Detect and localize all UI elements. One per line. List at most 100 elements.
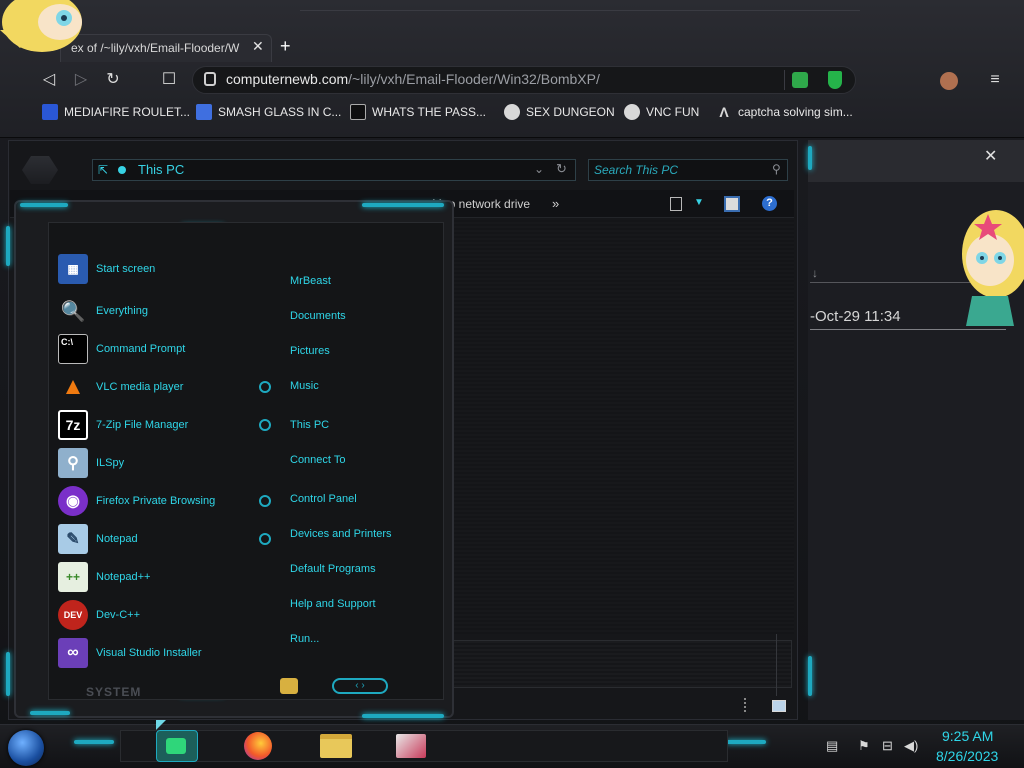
place-help-support[interactable]: Help and Support bbox=[290, 598, 376, 610]
media-icon bbox=[396, 734, 426, 758]
url-text[interactable]: computernewb.com/~lily/vxh/Email-Flooder… bbox=[226, 71, 600, 87]
desktop: ex of /~lily/vxh/Email-Flooder/W ✕ + ◁ ▷… bbox=[0, 0, 1024, 768]
date-modified-text: -Oct-29 11:34 bbox=[810, 308, 901, 325]
bookmark-item[interactable]: Λcaptcha solving sim... bbox=[716, 102, 852, 122]
notepadpp-icon: ++ bbox=[58, 562, 88, 592]
place-music[interactable]: Music bbox=[290, 380, 319, 392]
shield-icon[interactable] bbox=[828, 71, 842, 89]
program-label: Everything bbox=[96, 305, 148, 317]
browser-tab[interactable]: ex of /~lily/vxh/Email-Flooder/W bbox=[60, 34, 272, 62]
close-tab-icon[interactable]: ✕ bbox=[252, 38, 266, 56]
network-tray-icon[interactable]: ⊟ bbox=[882, 738, 893, 754]
power-icon[interactable] bbox=[280, 678, 298, 694]
bookmark-item[interactable]: MEDIAFIRE ROULET... bbox=[42, 102, 190, 122]
bookmark-item[interactable]: SMASH GLASS IN C... bbox=[196, 102, 341, 122]
program-label: ILSpy bbox=[96, 457, 125, 469]
bookmark-item[interactable]: SEX DUNGEON bbox=[504, 102, 615, 122]
extension-green-icon[interactable] bbox=[792, 72, 808, 88]
cursor-icon bbox=[156, 720, 166, 730]
avatar[interactable] bbox=[940, 72, 958, 90]
chevron-down-icon[interactable]: ⌄ bbox=[534, 162, 544, 176]
place-run[interactable]: Run... bbox=[290, 633, 319, 645]
place-mrbeast[interactable]: MrBeast bbox=[290, 275, 331, 287]
view-dropdown-icon[interactable]: ▼ bbox=[694, 197, 704, 208]
bookmark-label: VNC FUN bbox=[646, 105, 700, 119]
place-connect-to[interactable]: Connect To bbox=[290, 454, 345, 466]
bookmark-icon bbox=[196, 104, 212, 120]
terminal-icon: C:\ bbox=[58, 334, 88, 364]
program-item[interactable]: ⚲ ILSpy bbox=[58, 446, 268, 480]
magnifier-icon: 🔍 bbox=[60, 300, 86, 323]
ilspy-icon: ⚲ bbox=[58, 448, 88, 478]
character-sticker bbox=[0, 0, 82, 90]
tab-strip-divider bbox=[300, 10, 860, 28]
program-item[interactable]: ✎ Notepad bbox=[58, 522, 268, 556]
tiles-view-icon[interactable] bbox=[772, 700, 786, 712]
keyboard-tray-icon[interactable]: ▤ bbox=[826, 738, 838, 754]
program-item[interactable]: ∞ Visual Studio Installer bbox=[58, 636, 268, 670]
bookmark-page-icon[interactable]: ☐ bbox=[158, 69, 180, 91]
accent-strip bbox=[6, 226, 10, 266]
submenu-marker-icon bbox=[259, 495, 271, 507]
zip-icon: 7z bbox=[58, 410, 88, 440]
program-item[interactable]: ◉ Firefox Private Browsing bbox=[58, 484, 268, 518]
bookmark-icon bbox=[350, 104, 366, 120]
place-pictures[interactable]: Pictures bbox=[290, 345, 330, 357]
program-item[interactable]: 7z 7-Zip File Manager bbox=[58, 408, 268, 442]
address-text[interactable]: This PC bbox=[138, 162, 184, 177]
reload-button[interactable]: ↻ bbox=[102, 69, 124, 91]
refresh-icon[interactable]: ↻ bbox=[556, 161, 567, 177]
sort-arrow-icon: ↓ bbox=[812, 266, 818, 280]
bookmark-item[interactable]: WHATS THE PASS... bbox=[350, 102, 486, 122]
place-control-panel[interactable]: Control Panel bbox=[290, 493, 357, 505]
lock-icon[interactable] bbox=[204, 72, 216, 86]
mediafire-icon bbox=[42, 104, 58, 120]
program-item[interactable]: ▲ VLC media player bbox=[58, 370, 268, 404]
program-item[interactable]: ▦ Start screen bbox=[58, 252, 268, 286]
accent-strip bbox=[808, 656, 812, 696]
volume-tray-icon[interactable]: ◀) bbox=[904, 738, 918, 754]
details-view-icon[interactable] bbox=[744, 698, 756, 712]
menu-nav-arrows[interactable]: ‹ › bbox=[332, 678, 388, 694]
accent-strip bbox=[6, 652, 10, 696]
program-item[interactable]: DEV Dev-C++ bbox=[58, 598, 268, 632]
accent-strip bbox=[20, 203, 68, 207]
folder-nav-icon: ⇱ bbox=[98, 163, 109, 177]
search-icon[interactable]: ⚲ bbox=[772, 162, 781, 176]
scrollbar[interactable] bbox=[776, 634, 790, 696]
details-pane bbox=[452, 640, 792, 688]
clock-time[interactable]: 9:25 AM bbox=[942, 728, 993, 744]
bookmark-item[interactable]: VNC FUN bbox=[624, 102, 699, 122]
devcpp-icon: DEV bbox=[58, 600, 88, 630]
new-tab-button[interactable]: + bbox=[280, 36, 298, 56]
place-documents[interactable]: Documents bbox=[290, 310, 346, 322]
program-item[interactable]: ++ Notepad++ bbox=[58, 560, 268, 594]
clock-date[interactable]: 8/26/2023 bbox=[936, 748, 998, 764]
flag-tray-icon[interactable]: ⚑ bbox=[858, 738, 870, 754]
program-label: Visual Studio Installer bbox=[96, 647, 202, 659]
program-label: VLC media player bbox=[96, 381, 184, 393]
system-label: SYSTEM bbox=[86, 685, 142, 699]
menu-icon[interactable]: ≡ bbox=[984, 69, 1006, 91]
view-options-icon[interactable] bbox=[670, 197, 682, 211]
bookmark-label: MEDIAFIRE ROULET... bbox=[64, 105, 191, 119]
bookmark-label: SEX DUNGEON bbox=[526, 105, 615, 119]
search-placeholder: Search This PC bbox=[594, 163, 679, 177]
place-this-pc[interactable]: This PC bbox=[290, 419, 329, 431]
close-icon[interactable]: ✕ bbox=[984, 146, 1000, 165]
place-default-programs[interactable]: Default Programs bbox=[290, 563, 376, 575]
program-item[interactable]: C:\ Command Prompt bbox=[58, 332, 268, 366]
toolbar-more-button[interactable]: » bbox=[552, 196, 559, 211]
program-item[interactable]: 🔍 Everything bbox=[58, 294, 268, 328]
preview-pane-icon[interactable] bbox=[724, 196, 740, 212]
accent-strip bbox=[30, 711, 70, 715]
file-list-area[interactable] bbox=[452, 220, 794, 634]
start-orb-button[interactable] bbox=[8, 730, 44, 766]
place-devices-printers[interactable]: Devices and Printers bbox=[290, 528, 392, 540]
accent-strip bbox=[74, 740, 114, 744]
program-label: 7-Zip File Manager bbox=[96, 419, 189, 431]
url-host: computernewb.com bbox=[226, 71, 349, 87]
bookmark-label: SMASH GLASS IN C... bbox=[218, 105, 342, 119]
submenu-marker-icon bbox=[259, 381, 271, 393]
help-icon[interactable]: ? bbox=[762, 196, 777, 211]
